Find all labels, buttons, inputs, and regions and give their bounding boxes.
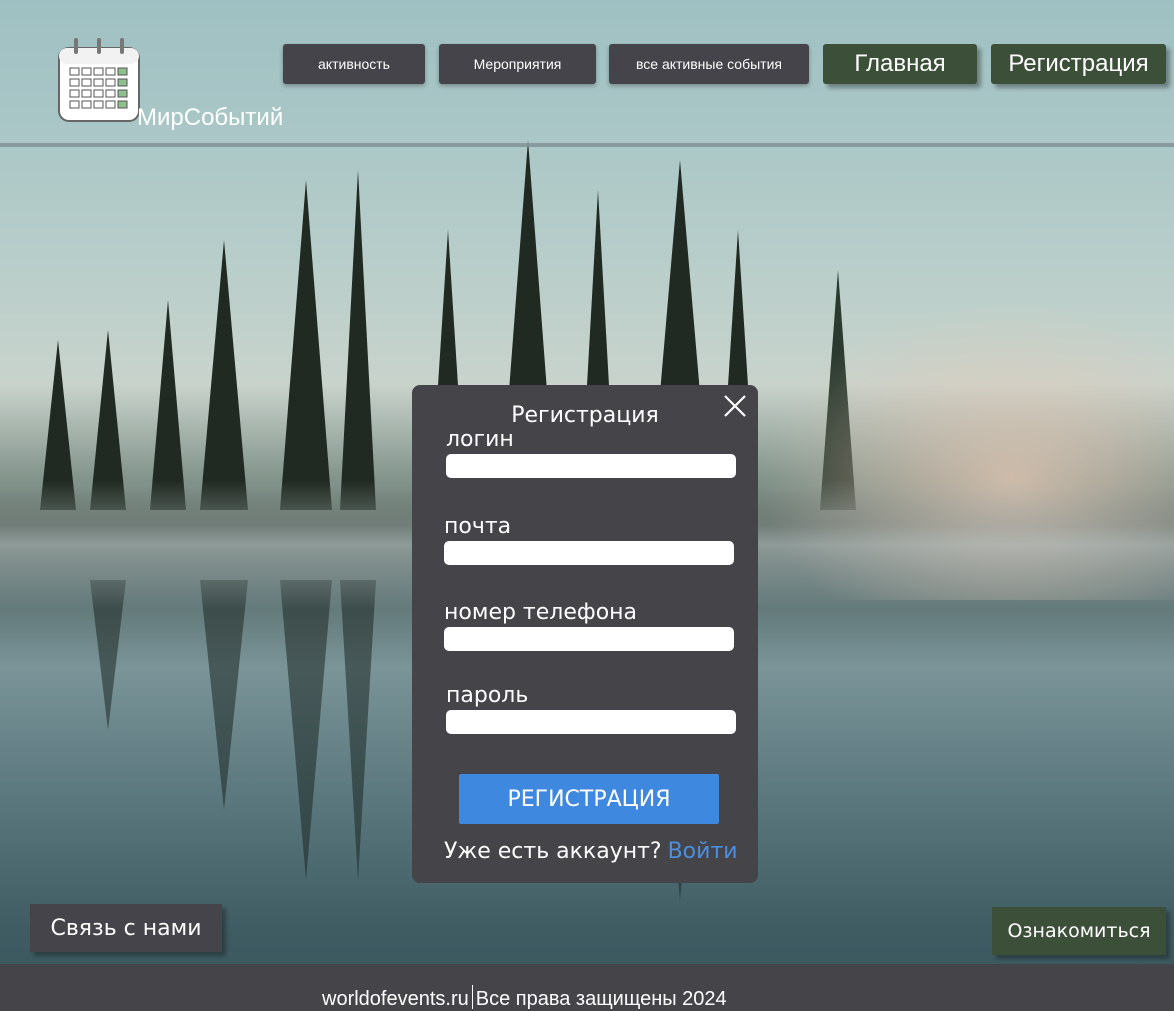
login-label: логин [446, 427, 514, 452]
brand-name[interactable]: МирСобытий [137, 104, 283, 132]
phone-label: номер телефона [444, 600, 638, 625]
login-link[interactable]: Войти [668, 839, 738, 864]
nav-events-button[interactable]: Мероприятия [439, 44, 596, 84]
registration-modal: Регистрация логин почта номер телефона п… [412, 385, 758, 883]
footer-rights: Все права защищены 2024 [475, 988, 727, 1010]
footer-text: worldofevents.ru Все права защищены 2024 [322, 985, 727, 1011]
login-field[interactable] [446, 454, 736, 478]
nav-home-button[interactable]: Главная [823, 44, 977, 84]
footer: worldofevents.ru Все права защищены 2024 [0, 964, 1174, 1011]
calendar-icon[interactable] [58, 38, 140, 122]
email-field[interactable] [444, 541, 734, 565]
learn-more-button[interactable]: Ознакомиться [992, 907, 1166, 955]
password-field[interactable] [446, 710, 736, 734]
header-divider [0, 143, 1174, 147]
email-label: почта [444, 514, 512, 539]
nav-all-active-button[interactable]: все активные события [609, 44, 809, 84]
footer-domain[interactable]: worldofevents.ru [322, 988, 469, 1010]
contact-us-button[interactable]: Связь с нами [30, 904, 222, 952]
login-prompt: Уже есть аккаунт? Войти [444, 839, 738, 864]
register-submit-button[interactable]: РЕГИСТРАЦИЯ [459, 774, 719, 824]
phone-field[interactable] [444, 627, 734, 651]
has-account-text: Уже есть аккаунт? [444, 839, 662, 864]
password-label: пароль [446, 683, 529, 708]
modal-title: Регистрация [511, 403, 659, 428]
nav-register-button[interactable]: Регистрация [991, 44, 1166, 84]
close-icon[interactable] [723, 394, 747, 418]
nav-activity-button[interactable]: активность [283, 44, 425, 84]
footer-separator [471, 985, 473, 1009]
